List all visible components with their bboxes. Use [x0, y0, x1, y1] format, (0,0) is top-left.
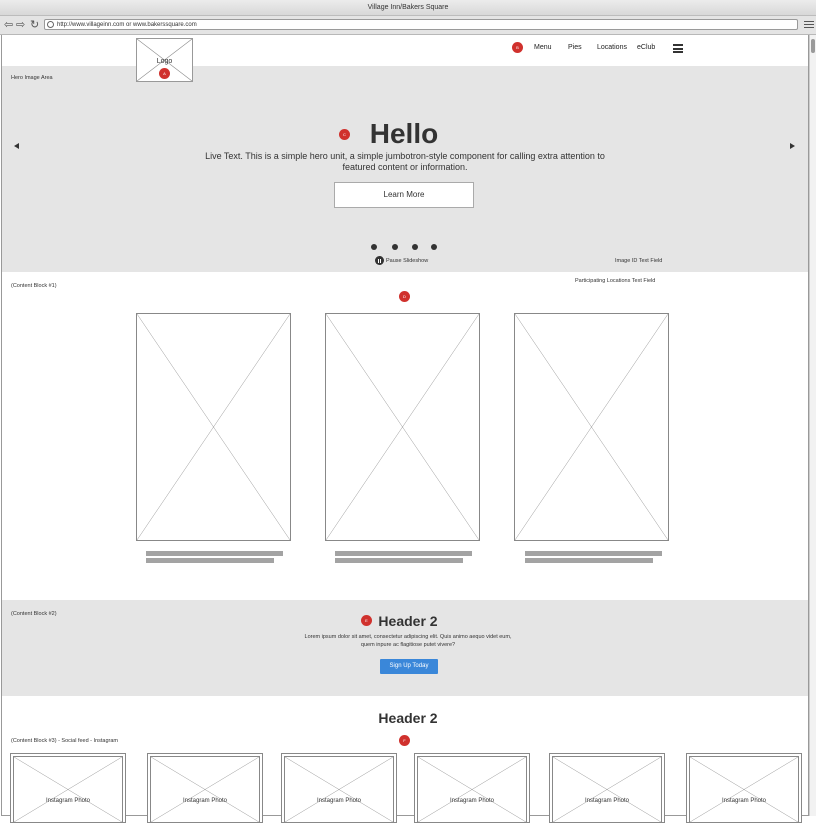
instagram-photo-label: Instagram Photo: [182, 798, 228, 804]
block1-label: (Content Block #1): [11, 283, 57, 289]
nav-eclub[interactable]: eClub: [637, 44, 655, 51]
hero-title: Hello: [369, 118, 439, 149]
instagram-photo-label: Instagram Photo: [584, 798, 630, 804]
block3-title: Header 2: [378, 710, 438, 726]
text-placeholder-line: [335, 551, 472, 556]
instagram-photo[interactable]: Instagram Photo: [10, 753, 126, 823]
carousel-dot-3[interactable]: [412, 244, 418, 250]
hero-body: Live Text. This is a simple hero unit, a…: [205, 151, 605, 172]
instagram-photo-label: Instagram Photo: [449, 798, 495, 804]
nav-pies[interactable]: Pies: [568, 44, 582, 51]
marker-c: C: [339, 129, 350, 140]
site-header: [2, 36, 808, 66]
reload-icon[interactable]: ↻: [30, 18, 39, 32]
search-icon: [47, 21, 54, 28]
block2-body: Lorem ipsum dolor sit amet, consectetur …: [304, 634, 512, 648]
text-placeholder-line: [335, 558, 463, 563]
instagram-photo[interactable]: Instagram Photo: [686, 753, 802, 823]
sign-up-button[interactable]: Sign Up Today: [380, 659, 438, 674]
carousel-dot-2[interactable]: [392, 244, 398, 250]
hero-area-label: Hero Image Area: [11, 75, 53, 81]
instagram-photo-label: Instagram Photo: [721, 798, 767, 804]
scrollbar[interactable]: [809, 35, 816, 816]
hamburger-menu-icon[interactable]: [673, 44, 683, 53]
nav-locations[interactable]: Locations: [597, 44, 627, 51]
instagram-photo-label: Instagram Photo: [316, 798, 362, 804]
scrollbar-thumb[interactable]: [811, 39, 815, 53]
image-placeholder: [136, 313, 291, 541]
instagram-photo[interactable]: Instagram Photo: [549, 753, 665, 823]
participating-locations-label: Participating Locations Text Field: [575, 278, 656, 284]
carousel-next-icon[interactable]: [790, 143, 795, 149]
learn-more-button[interactable]: Learn More: [334, 182, 474, 208]
forward-arrow-icon[interactable]: ⇨: [16, 18, 25, 32]
text-placeholder-line: [146, 558, 274, 563]
instagram-photo-label: Instagram Photo: [45, 798, 91, 804]
image-placeholder: [325, 313, 480, 541]
logo-label: Logo: [156, 58, 173, 65]
image-id-label: Image ID Text Field: [615, 258, 663, 264]
text-placeholder-line: [525, 558, 653, 563]
instagram-photo[interactable]: Instagram Photo: [147, 753, 263, 823]
pause-icon[interactable]: [375, 256, 384, 265]
back-arrow-icon[interactable]: ⇦: [4, 18, 13, 32]
nav-menu[interactable]: Menu: [534, 44, 552, 51]
text-placeholder-line: [146, 551, 283, 556]
marker-a: A: [159, 68, 170, 79]
carousel-dot-4[interactable]: [431, 244, 437, 250]
text-placeholder-line: [525, 551, 662, 556]
marker-b: B: [512, 42, 523, 53]
block2-title: Header 2: [378, 613, 438, 629]
url-field[interactable]: http://www.villageinn.com or www.bakerss…: [44, 19, 798, 30]
carousel-prev-icon[interactable]: [14, 143, 19, 149]
marker-f: F: [399, 735, 410, 746]
window-title: Village Inn/Bakers Square: [0, 0, 816, 16]
marker-d: D: [399, 291, 410, 302]
url-text: http://www.villageinn.com or www.bakerss…: [57, 22, 197, 28]
pause-slideshow-label[interactable]: Pause Slideshow: [386, 258, 428, 264]
instagram-photo[interactable]: Instagram Photo: [281, 753, 397, 823]
block3-label: (Content Block #3) - Social feed - Insta…: [11, 738, 118, 744]
instagram-photo[interactable]: Instagram Photo: [414, 753, 530, 823]
browser-toolbar: ⇦ ⇨ ↻ http://www.villageinn.com or www.b…: [0, 16, 816, 35]
image-placeholder: [514, 313, 669, 541]
marker-e: E: [361, 615, 372, 626]
carousel-dot-1[interactable]: [371, 244, 377, 250]
browser-menu-icon[interactable]: [804, 19, 814, 30]
